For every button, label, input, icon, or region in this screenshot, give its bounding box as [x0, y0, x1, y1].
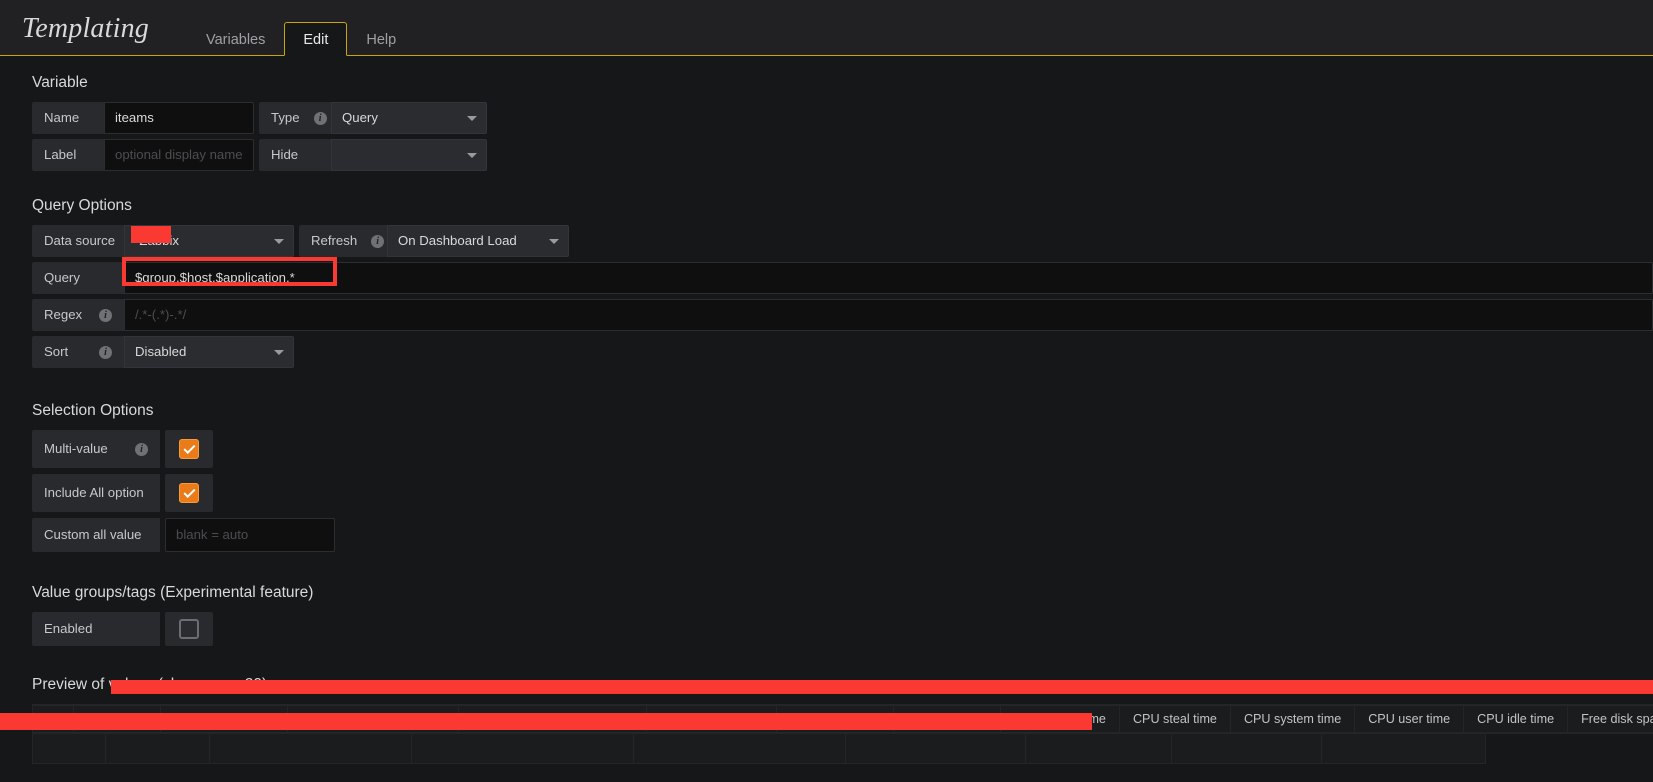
preview-value-pill[interactable]: [106, 734, 210, 764]
regex-label-text: Regex: [44, 307, 83, 322]
preview-value-pill[interactable]: [210, 734, 412, 764]
refresh-label-text: Refresh: [311, 233, 358, 248]
sort-label-text: Sort: [44, 344, 69, 359]
sort-row: Sort i Disabled: [32, 336, 1653, 368]
info-icon[interactable]: i: [98, 309, 112, 323]
preview-value-pill[interactable]: [1026, 734, 1172, 764]
preview-value-pill[interactable]: [412, 734, 634, 764]
name-label: Name: [32, 102, 104, 134]
variable-type-select[interactable]: Query: [331, 102, 487, 134]
redaction-bar-preview-2: [0, 713, 1092, 730]
preview-value-pill[interactable]: CPU steal time: [1119, 705, 1231, 733]
page-title: Templating: [22, 13, 149, 44]
custom-all-value-input[interactable]: blank = auto: [165, 518, 335, 552]
query-options-section: Query Options Data source -Zabbix Refres…: [32, 197, 1653, 368]
check-icon: [182, 485, 196, 498]
variable-label-row: Label optional display name Hide: [32, 139, 1653, 171]
regex-info-icon-wrap: i: [85, 299, 112, 331]
preview-value-pill[interactable]: [846, 734, 1026, 764]
include-all-label: Include All option: [32, 474, 160, 512]
chevron-down-icon: [467, 153, 477, 158]
preview-value-pill[interactable]: [32, 734, 106, 764]
type-label: Type i: [259, 102, 331, 134]
info-icon[interactable]: i: [313, 112, 327, 126]
variable-label-input[interactable]: optional display name: [104, 139, 254, 171]
chevron-down-icon: [274, 239, 284, 244]
multi-value-checkbox-cell[interactable]: [165, 430, 213, 468]
info-icon[interactable]: i: [135, 443, 148, 457]
chevron-down-icon: [274, 350, 284, 355]
preview-value-pill[interactable]: [1172, 734, 1322, 764]
hide-label: Hide: [259, 139, 331, 171]
type-label-text: Type: [271, 110, 300, 125]
tab-edit[interactable]: Edit: [284, 22, 348, 56]
regex-input[interactable]: /.*-(.*)-.*/: [123, 299, 1653, 331]
enabled-label: Enabled: [32, 612, 160, 646]
selection-options-section: Selection Options Multi-value i Include …: [32, 402, 1653, 552]
variable-name-row: Name iteams Type i Query: [32, 102, 1653, 134]
check-icon: [182, 441, 196, 454]
preview-value-pill[interactable]: [634, 734, 846, 764]
query-input[interactable]: $group.$host.$application.*: [123, 262, 1653, 294]
refresh-select[interactable]: On Dashboard Load: [387, 225, 569, 257]
chevron-down-icon: [549, 239, 559, 244]
preview-value-pill[interactable]: CPU user time: [1355, 705, 1465, 733]
query-row: Query $group.$host.$application.*: [32, 262, 1653, 294]
preview-value-pill[interactable]: CPU idle time: [1464, 705, 1569, 733]
sort-label: Sort i: [32, 336, 124, 368]
refresh-label: Refresh i: [299, 225, 387, 257]
multi-value-checkbox[interactable]: [179, 439, 199, 459]
refresh-info-icon-wrap: i: [357, 225, 385, 257]
info-icon[interactable]: i: [99, 346, 112, 360]
include-all-checkbox[interactable]: [179, 483, 199, 503]
edit-form: Variable Name iteams Type i Query Label …: [0, 56, 1653, 764]
sort-select[interactable]: Disabled: [124, 336, 294, 368]
enabled-checkbox[interactable]: [179, 619, 199, 639]
custom-all-label: Custom all value: [32, 518, 160, 552]
preview-value-pill[interactable]: Free disk space on /: [1568, 705, 1653, 733]
type-info-icon-wrap: i: [300, 102, 327, 134]
datasource-row: Data source -Zabbix Refresh i On Dashboa…: [32, 225, 1653, 257]
sort-value: Disabled: [135, 344, 187, 359]
include-all-checkbox-cell[interactable]: [165, 474, 213, 512]
multi-value-row: Multi-value i: [32, 430, 1653, 468]
value-groups-title: Value groups/tags (Experimental feature): [32, 584, 314, 601]
info-icon[interactable]: i: [371, 235, 385, 249]
value-groups-section: Value groups/tags (Experimental feature)…: [32, 584, 1653, 646]
tab-help[interactable]: Help: [347, 22, 415, 56]
preview-values-row-2: [32, 733, 1653, 764]
preview-value-pill[interactable]: [1322, 734, 1486, 764]
regex-row: Regex i /.*-(.*)-.*/: [32, 299, 1653, 331]
multi-value-info-icon-wrap: i: [121, 433, 148, 465]
redaction-bar-preview-1: [111, 680, 1653, 694]
query-label: Query: [32, 262, 124, 294]
variable-type-value: Query: [342, 110, 378, 125]
variable-hide-select[interactable]: [331, 139, 487, 171]
redaction-bar-datasource: [131, 226, 171, 243]
multi-value-label-text: Multi-value: [44, 441, 108, 456]
label-label: Label: [32, 139, 104, 171]
tab-bar: Variables Edit Help: [187, 0, 415, 56]
preview-value-pill[interactable]: CPU system time: [1230, 705, 1356, 733]
sort-info-icon-wrap: i: [85, 336, 112, 368]
chevron-down-icon: [467, 116, 477, 121]
selection-options-title: Selection Options: [32, 402, 154, 419]
query-options-title: Query Options: [32, 197, 132, 214]
custom-all-row: Custom all value blank = auto: [32, 518, 1653, 552]
datasource-label: Data source: [32, 225, 124, 257]
variable-section: Variable Name iteams Type i Query Label …: [32, 74, 1653, 171]
refresh-value: On Dashboard Load: [398, 233, 517, 248]
tab-variables[interactable]: Variables: [187, 22, 284, 56]
value-groups-enabled-row: Enabled: [32, 612, 1653, 646]
regex-label: Regex i: [32, 299, 124, 331]
variable-name-input[interactable]: iteams: [104, 102, 254, 134]
variable-section-title: Variable: [32, 74, 88, 91]
templating-header: Templating Variables Edit Help: [0, 0, 1653, 56]
multi-value-label: Multi-value i: [32, 430, 160, 468]
enabled-checkbox-cell[interactable]: [165, 612, 213, 646]
include-all-row: Include All option: [32, 474, 1653, 512]
